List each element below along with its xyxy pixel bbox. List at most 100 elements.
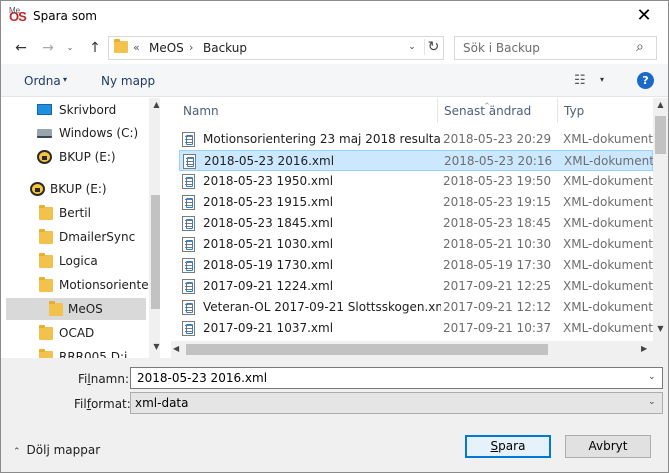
back-arrow-icon[interactable]: ←: [10, 38, 32, 58]
file-row[interactable]: 2018-05-23 1950.xml 2018-05-23 19:50 XML-d…: [179, 171, 653, 192]
scroll-left-icon[interactable]: ◀: [173, 344, 179, 353]
refresh-icon[interactable]: ↻: [424, 39, 442, 55]
nav-item-label: DmailerSync: [59, 230, 136, 244]
nav-item-rrr005[interactable]: RRR005 D:i: [6, 346, 146, 358]
breadcrumb-separator-icon[interactable]: ›: [189, 41, 193, 54]
scroll-down-icon[interactable]: ▼: [149, 342, 160, 351]
file-row[interactable]: Veteran-OL 2017-09-21 Slottsskogen.xml 20…: [179, 297, 653, 318]
xml-file-icon: [182, 300, 195, 315]
recent-locations-chevron-icon[interactable]: ⌄: [63, 38, 77, 58]
nav-item-motionsorientering[interactable]: Motionsorienter: [6, 274, 154, 296]
navigation-bar: ← → ⌄ ↑ « MeOS › Backup ⌄ ↻ Sök i Backup…: [1, 32, 668, 64]
file-name: 2018-05-23 1950.xml: [203, 174, 334, 188]
xml-file-icon: [183, 154, 196, 169]
column-divider[interactable]: [557, 98, 558, 123]
close-icon[interactable]: ✕: [622, 3, 666, 29]
nav-item-label: BKUP (E:): [50, 182, 107, 196]
folder-icon: [39, 277, 53, 292]
breadcrumb-backup[interactable]: Backup: [203, 41, 247, 55]
scroll-right-icon[interactable]: ▶: [641, 344, 647, 353]
chevron-down-icon[interactable]: ⌄: [648, 372, 656, 382]
file-type: XML-dokument: [563, 174, 653, 188]
file-name: 2018-05-23 2016.xml: [204, 154, 335, 168]
file-row[interactable]: 2017-09-21 1224.xml 2017-09-21 12:25 XML-d…: [179, 276, 653, 297]
view-options-icon[interactable]: ☷: [574, 73, 586, 88]
column-type-header[interactable]: Typ: [564, 104, 584, 118]
forward-arrow-icon[interactable]: →: [37, 38, 59, 58]
help-icon[interactable]: ?: [637, 72, 654, 89]
file-type: XML-dokument: [563, 258, 653, 272]
scroll-up-icon[interactable]: ▲: [653, 100, 668, 109]
view-options-caret-icon[interactable]: ▾: [600, 75, 604, 84]
file-date-modified: 2018-05-23 18:45: [443, 216, 552, 230]
file-row[interactable]: 2018-05-19 1730.xml 2018-05-19 17:30 XML-d…: [179, 255, 653, 276]
column-name-header[interactable]: Namn: [183, 104, 219, 118]
file-name: Veteran-OL 2017-09-21 Slottsskogen.xml: [203, 300, 441, 314]
file-row[interactable]: 2018-05-23 1915.xml 2018-05-23 19:15 XML-d…: [179, 192, 653, 213]
file-type: XML-dokument: [563, 216, 653, 230]
file-row[interactable]: 2017-09-21 1037.xml 2017-09-21 10:37 XML-d…: [179, 318, 653, 339]
file-row[interactable]: 2018-05-21 1030.xml 2018-05-21 10:30 XML-d…: [179, 234, 653, 255]
column-header: Namn ^ Senast ändrad Typ: [171, 98, 653, 123]
filelist-horizontal-scrollbar[interactable]: ◀ ▶: [171, 341, 653, 358]
window-title: Spara som: [33, 9, 97, 23]
scroll-down-icon[interactable]: ▼: [653, 324, 668, 333]
file-type: XML-dokument: [563, 237, 653, 251]
filename-label: Filnamn:: [78, 372, 129, 386]
file-date-modified: 2017-09-21 12:12: [443, 300, 552, 314]
chevron-down-icon[interactable]: ⌄: [648, 397, 656, 407]
filename-input[interactable]: 2018-05-23 2016.xml ⌄: [130, 367, 663, 389]
nav-item-label: Windows (C:): [59, 126, 139, 140]
nav-item-logica[interactable]: Logica: [6, 250, 146, 272]
organize-caret-icon[interactable]: ▾: [63, 75, 67, 84]
nav-item-windows-c[interactable]: Windows (C:): [6, 122, 146, 144]
drive-icon: [37, 129, 52, 138]
meos-app-icon: Me OS: [9, 6, 29, 26]
file-row[interactable]: 2018-05-23 2016.xml 2018-05-23 20:16 XML-d…: [179, 150, 654, 171]
navpane-vertical-scrollbar[interactable]: ▲ ▼: [149, 98, 160, 358]
address-dropdown-icon[interactable]: ⌄: [405, 42, 419, 52]
folder-icon: [39, 253, 53, 268]
app-icon-small-text: Me: [9, 6, 21, 15]
scrollbar-thumb[interactable]: [151, 195, 160, 309]
xml-file-icon: [182, 258, 195, 273]
nav-item-bertil[interactable]: Bertil: [6, 202, 146, 224]
address-bar[interactable]: « MeOS › Backup ⌄ ↻: [108, 36, 444, 60]
xml-file-icon: [182, 216, 195, 231]
file-date-modified: 2017-09-21 10:37: [443, 321, 552, 335]
scroll-up-icon[interactable]: ▲: [149, 100, 160, 109]
column-divider[interactable]: [437, 98, 438, 123]
file-row[interactable]: Motionsorientering 23 maj 2018 resultat.…: [179, 129, 653, 150]
new-folder-button[interactable]: Ny mapp: [101, 74, 155, 88]
breadcrumb-meos[interactable]: MeOS: [149, 41, 184, 55]
hide-folders-button[interactable]: ⌃ Dölj mappar: [13, 443, 100, 457]
column-date-header[interactable]: ^ Senast ändrad: [444, 102, 531, 118]
file-row[interactable]: 2018-05-23 1845.xml 2018-05-23 18:45 XML-d…: [179, 213, 653, 234]
nav-item-desktop[interactable]: Skrivbord: [6, 99, 146, 121]
nav-item-label: RRR005 D:i: [59, 350, 128, 358]
file-date-modified: 2018-05-23 19:50: [443, 174, 552, 188]
file-format-select[interactable]: xml-data ⌄: [130, 392, 663, 414]
up-arrow-icon[interactable]: ↑: [84, 38, 106, 58]
nav-item-meos[interactable]: MeOS: [6, 298, 146, 320]
filelist-vertical-scrollbar[interactable]: ▲ ▼: [653, 98, 668, 341]
nav-item-bkup-e-tree[interactable]: BKUP (E:): [6, 178, 146, 200]
save-button[interactable]: Spara: [465, 435, 551, 458]
overflow-chevron-icon[interactable]: «: [133, 41, 140, 54]
organize-button[interactable]: Ordna: [24, 74, 61, 88]
nav-item-ocad[interactable]: OCAD: [6, 322, 146, 344]
scrollbar-thumb[interactable]: [186, 344, 548, 355]
nav-item-dmailersync[interactable]: DmailerSync: [6, 226, 146, 248]
folder-icon: [114, 39, 128, 53]
scrollbar-thumb[interactable]: [655, 116, 666, 154]
search-input[interactable]: Sök i Backup ⌕: [454, 36, 657, 60]
nav-item-label: OCAD: [59, 326, 95, 340]
title-bar: Me OS Spara som ✕: [1, 1, 668, 32]
file-date-modified: 2018-05-23 20:16: [444, 154, 553, 168]
xml-file-icon: [182, 279, 195, 294]
cancel-button[interactable]: Avbryt: [565, 435, 651, 458]
usb-drive-icon: [30, 182, 45, 196]
nav-item-bkup-e[interactable]: BKUP (E:): [6, 146, 146, 168]
label-part: namn:: [90, 372, 130, 386]
search-icon[interactable]: ⌕: [636, 39, 644, 55]
